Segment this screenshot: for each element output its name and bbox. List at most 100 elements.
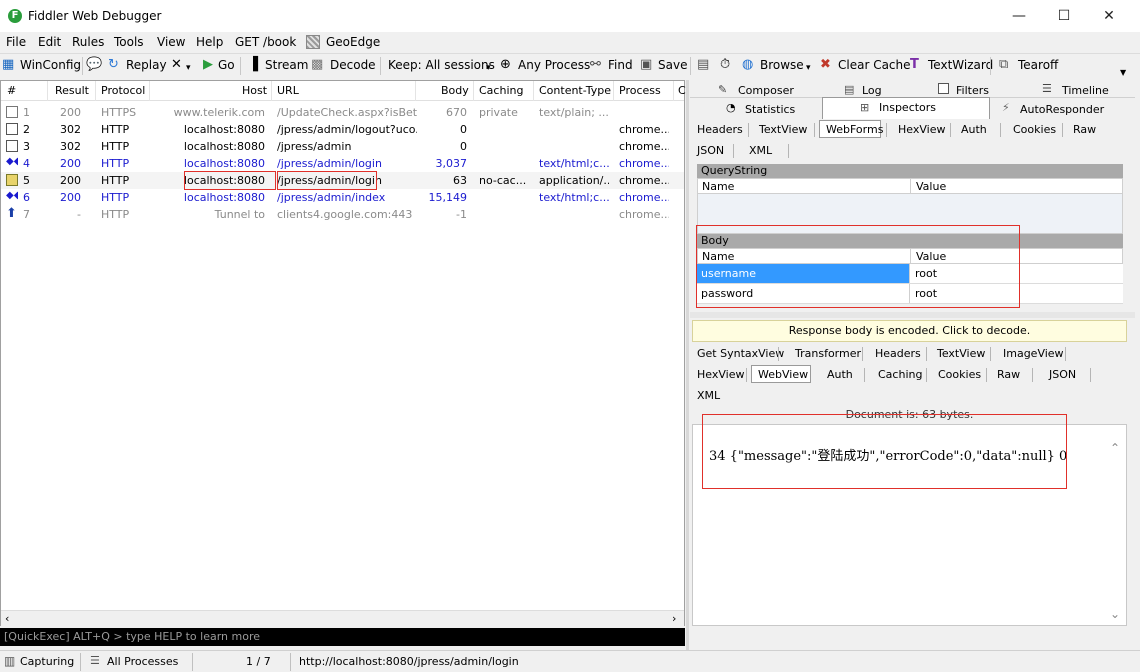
- tab-timeline[interactable]: Timeline: [1062, 84, 1109, 97]
- resp-tab-headers[interactable]: Headers: [875, 347, 921, 360]
- menu-tools[interactable]: Tools: [114, 35, 144, 49]
- browse-button[interactable]: Browse: [760, 58, 804, 72]
- remove-dropdown-icon[interactable]: ▾: [186, 61, 191, 75]
- scroll-up-icon[interactable]: ⌃: [1110, 441, 1120, 455]
- tab-divider: [1065, 347, 1066, 361]
- filters-checkbox-icon[interactable]: [938, 83, 949, 94]
- decode-notice-bar[interactable]: Response body is encoded. Click to decod…: [692, 320, 1127, 342]
- table-row[interactable]: ◆◆ 4 200 HTTP localhost:8080 /jpress/adm…: [1, 155, 684, 172]
- pane-splitter[interactable]: [686, 80, 689, 650]
- menu-edit[interactable]: Edit: [38, 35, 61, 49]
- scroll-right-icon[interactable]: ›: [672, 612, 676, 625]
- menu-geoedge[interactable]: GeoEdge: [326, 35, 380, 49]
- table-row[interactable]: 1 200 HTTPS www.telerik.com /UpdateCheck…: [1, 104, 684, 121]
- decode-button[interactable]: Decode: [330, 58, 376, 72]
- chevron-down-icon[interactable]: ▾: [486, 61, 491, 75]
- tearoff-button[interactable]: Tearoff: [1018, 58, 1058, 72]
- clear-cache-icon: ✖: [820, 57, 831, 72]
- remove-icon[interactable]: ✕: [171, 58, 182, 72]
- clear-cache-button[interactable]: Clear Cache: [838, 58, 911, 72]
- tab-filters[interactable]: Filters: [956, 84, 989, 97]
- menu-get-book[interactable]: GET /book: [235, 35, 296, 49]
- geoedge-icon: [306, 35, 320, 49]
- quickexec-input[interactable]: [QuickExec] ALT+Q > type HELP to learn m…: [0, 628, 685, 646]
- resp-tab-transformer[interactable]: Transformer: [795, 347, 861, 360]
- menu-view[interactable]: View: [157, 35, 185, 49]
- col-header-content-type[interactable]: Content-Type: [539, 84, 611, 97]
- save-button[interactable]: Save: [658, 58, 687, 72]
- scroll-left-icon[interactable]: ‹: [5, 612, 9, 625]
- scroll-down-icon[interactable]: ⌄: [1110, 607, 1120, 621]
- resp-tab-get-syntaxview[interactable]: Get SyntaxView: [697, 347, 784, 360]
- resp-tab-hexview[interactable]: HexView: [697, 368, 744, 381]
- screenshot-icon[interactable]: ▤: [697, 58, 709, 72]
- tab-divider: [864, 368, 865, 382]
- replay-button[interactable]: Replay: [126, 58, 167, 72]
- col-header-body[interactable]: Body: [441, 84, 469, 97]
- resp-tab-xml[interactable]: XML: [697, 389, 720, 402]
- tab-statistics[interactable]: Statistics: [745, 103, 795, 116]
- req-tab-hexview[interactable]: HexView: [898, 123, 945, 136]
- request-response-splitter[interactable]: [690, 312, 1135, 318]
- req-tab-headers[interactable]: Headers: [697, 123, 743, 136]
- tab-composer[interactable]: Composer: [738, 84, 794, 97]
- col-header-host[interactable]: Host: [242, 84, 267, 97]
- resp-tab-webview[interactable]: WebView: [758, 368, 808, 381]
- req-tab-textview[interactable]: TextView: [759, 123, 807, 136]
- cell-body: 0: [460, 140, 467, 153]
- req-tab-cookies[interactable]: Cookies: [1013, 123, 1056, 136]
- table-row[interactable]: 3 302 HTTP localhost:8080 /jpress/admin …: [1, 138, 684, 155]
- resp-tab-imageview[interactable]: ImageView: [1003, 347, 1064, 360]
- timer-icon[interactable]: ⏱: [720, 58, 730, 72]
- session-list[interactable]: # Result Protocol Host URL Body Caching …: [0, 80, 686, 626]
- stream-button[interactable]: Stream: [265, 58, 308, 72]
- querystring-name-col[interactable]: Name: [702, 180, 734, 193]
- resp-tab-caching[interactable]: Caching: [878, 368, 922, 381]
- req-tab-json[interactable]: JSON: [697, 144, 724, 157]
- go-button[interactable]: Go: [218, 58, 235, 72]
- menu-rules[interactable]: Rules: [72, 35, 104, 49]
- winconfig-button[interactable]: WinConfig: [20, 58, 81, 72]
- tab-autoresponder[interactable]: AutoResponder: [1020, 103, 1104, 116]
- menu-help[interactable]: Help: [196, 35, 223, 49]
- req-tab-webforms[interactable]: WebForms: [826, 123, 883, 136]
- process-filter[interactable]: All Processes: [107, 655, 178, 668]
- browse-dropdown-icon[interactable]: ▾: [806, 61, 811, 75]
- req-tab-xml[interactable]: XML: [749, 144, 772, 157]
- querystring-value-col[interactable]: Value: [916, 180, 946, 193]
- cell-caching: private: [479, 106, 518, 119]
- col-header-result[interactable]: Result: [55, 84, 89, 97]
- table-row[interactable]: ⬆ 7 - HTTP Tunnel to clients4.google.com…: [1, 206, 684, 223]
- col-header-process[interactable]: Process: [619, 84, 661, 97]
- toolbar-overflow-icon[interactable]: ▼: [1120, 66, 1126, 80]
- cell-protocol: HTTPS: [101, 106, 137, 119]
- col-header-caching[interactable]: Caching: [479, 84, 523, 97]
- tab-log[interactable]: Log: [862, 84, 882, 97]
- resp-tab-raw[interactable]: Raw: [997, 368, 1020, 381]
- any-process-button[interactable]: Any Process: [518, 58, 590, 72]
- col-header-url[interactable]: URL: [277, 84, 299, 97]
- col-header-comments[interactable]: C: [678, 84, 686, 97]
- capturing-toggle[interactable]: Capturing: [20, 655, 74, 668]
- resp-tab-textview[interactable]: TextView: [937, 347, 985, 360]
- table-row[interactable]: 2 302 HTTP localhost:8080 /jpress/admin/…: [1, 121, 684, 138]
- close-button[interactable]: ✕: [1086, 0, 1132, 32]
- status-url: http://localhost:8080/jpress/admin/login: [299, 655, 519, 668]
- textwizard-button[interactable]: TextWizard: [928, 58, 993, 72]
- horizontal-scrollbar[interactable]: ‹ ›: [1, 610, 684, 626]
- tab-inspectors[interactable]: Inspectors: [879, 101, 936, 114]
- find-button[interactable]: Find: [608, 58, 633, 72]
- comment-icon[interactable]: 💬: [86, 58, 102, 72]
- keep-sessions-dropdown[interactable]: Keep: All sessions: [388, 58, 495, 72]
- resp-tab-cookies[interactable]: Cookies: [938, 368, 981, 381]
- resp-tab-json[interactable]: JSON: [1049, 368, 1076, 381]
- col-header-num[interactable]: #: [7, 84, 16, 97]
- req-tab-raw[interactable]: Raw: [1073, 123, 1096, 136]
- maximize-button[interactable]: ☐: [1041, 0, 1087, 32]
- col-header-protocol[interactable]: Protocol: [101, 84, 145, 97]
- minimize-button[interactable]: —: [996, 0, 1042, 32]
- req-tab-auth[interactable]: Auth: [961, 123, 987, 136]
- menu-file[interactable]: File: [6, 35, 26, 49]
- table-row[interactable]: ◆◆ 6 200 HTTP localhost:8080 /jpress/adm…: [1, 189, 684, 206]
- resp-tab-auth[interactable]: Auth: [827, 368, 853, 381]
